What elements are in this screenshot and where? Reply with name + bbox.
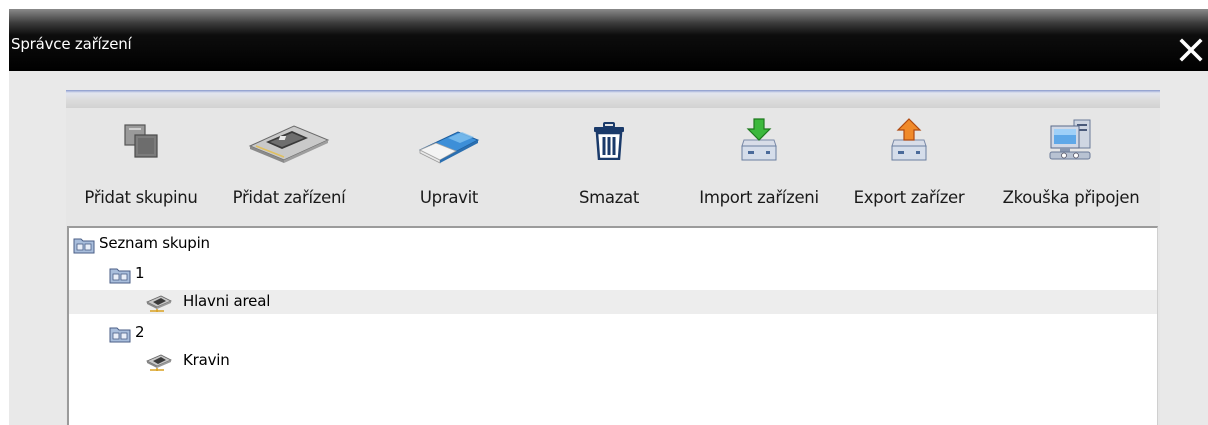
tree-group-item[interactable]: 1 bbox=[69, 262, 1157, 286]
import-label: Import zařízeni bbox=[699, 188, 819, 207]
device-tree[interactable]: Seznam skupin 1 Hlavni areal 2 Kravin bbox=[67, 226, 1158, 425]
export-label: Export zařízer bbox=[853, 188, 965, 207]
tree-device-item[interactable]: Hlavni areal bbox=[69, 290, 1157, 314]
group-folder-icon bbox=[109, 266, 131, 288]
close-icon bbox=[1179, 38, 1203, 62]
dvr-device-icon bbox=[145, 353, 173, 375]
tree-group-item[interactable]: 2 bbox=[69, 321, 1157, 345]
add-device-button[interactable]: Přidat zařízení bbox=[216, 108, 362, 220]
tree-group-label: 1 bbox=[135, 264, 145, 282]
delete-button[interactable]: Smazat bbox=[536, 108, 682, 220]
group-folder-icon bbox=[109, 325, 131, 347]
test-connection-button[interactable]: Zkouška připojen bbox=[982, 108, 1160, 220]
edit-label: Upravit bbox=[419, 188, 479, 207]
add-device-label: Přidat zařízení bbox=[232, 188, 346, 207]
add-group-label: Přidat skupinu bbox=[84, 188, 198, 207]
import-button[interactable]: Import zařízeni bbox=[682, 108, 836, 220]
delete-label: Smazat bbox=[578, 188, 640, 207]
tree-device-item[interactable]: Kravin bbox=[69, 349, 1157, 373]
export-button[interactable]: Export zařízer bbox=[836, 108, 982, 220]
tree-root-item[interactable]: Seznam skupin bbox=[69, 232, 1157, 256]
test-connection-label: Zkouška připojen bbox=[1002, 188, 1140, 207]
network-computer-icon bbox=[1048, 118, 1094, 166]
title-bar[interactable]: Správce zařízení bbox=[9, 9, 1208, 71]
eraser-icon bbox=[418, 128, 480, 168]
window-top-edge bbox=[0, 0, 1208, 9]
add-group-icon bbox=[122, 122, 160, 164]
tree-root-label: Seznam skupin bbox=[99, 234, 210, 252]
trash-icon bbox=[592, 122, 626, 164]
export-icon bbox=[890, 118, 928, 166]
tree-device-label: Kravin bbox=[183, 351, 230, 369]
panel-header-stripe bbox=[66, 90, 1160, 108]
import-icon bbox=[740, 118, 778, 166]
close-button[interactable] bbox=[1178, 37, 1204, 63]
add-group-button[interactable]: Přidat skupinu bbox=[66, 108, 216, 220]
toolbar: Přidat skupinu Přidat zařízení Upravit S… bbox=[66, 108, 1160, 220]
tree-group-label: 2 bbox=[135, 323, 145, 341]
group-folder-icon bbox=[73, 236, 95, 258]
edit-button[interactable]: Upravit bbox=[382, 108, 516, 220]
window-title: Správce zařízení bbox=[11, 35, 132, 53]
dvr-device-icon bbox=[145, 294, 173, 316]
add-device-icon bbox=[248, 120, 330, 168]
tree-device-label: Hlavni areal bbox=[183, 292, 271, 310]
